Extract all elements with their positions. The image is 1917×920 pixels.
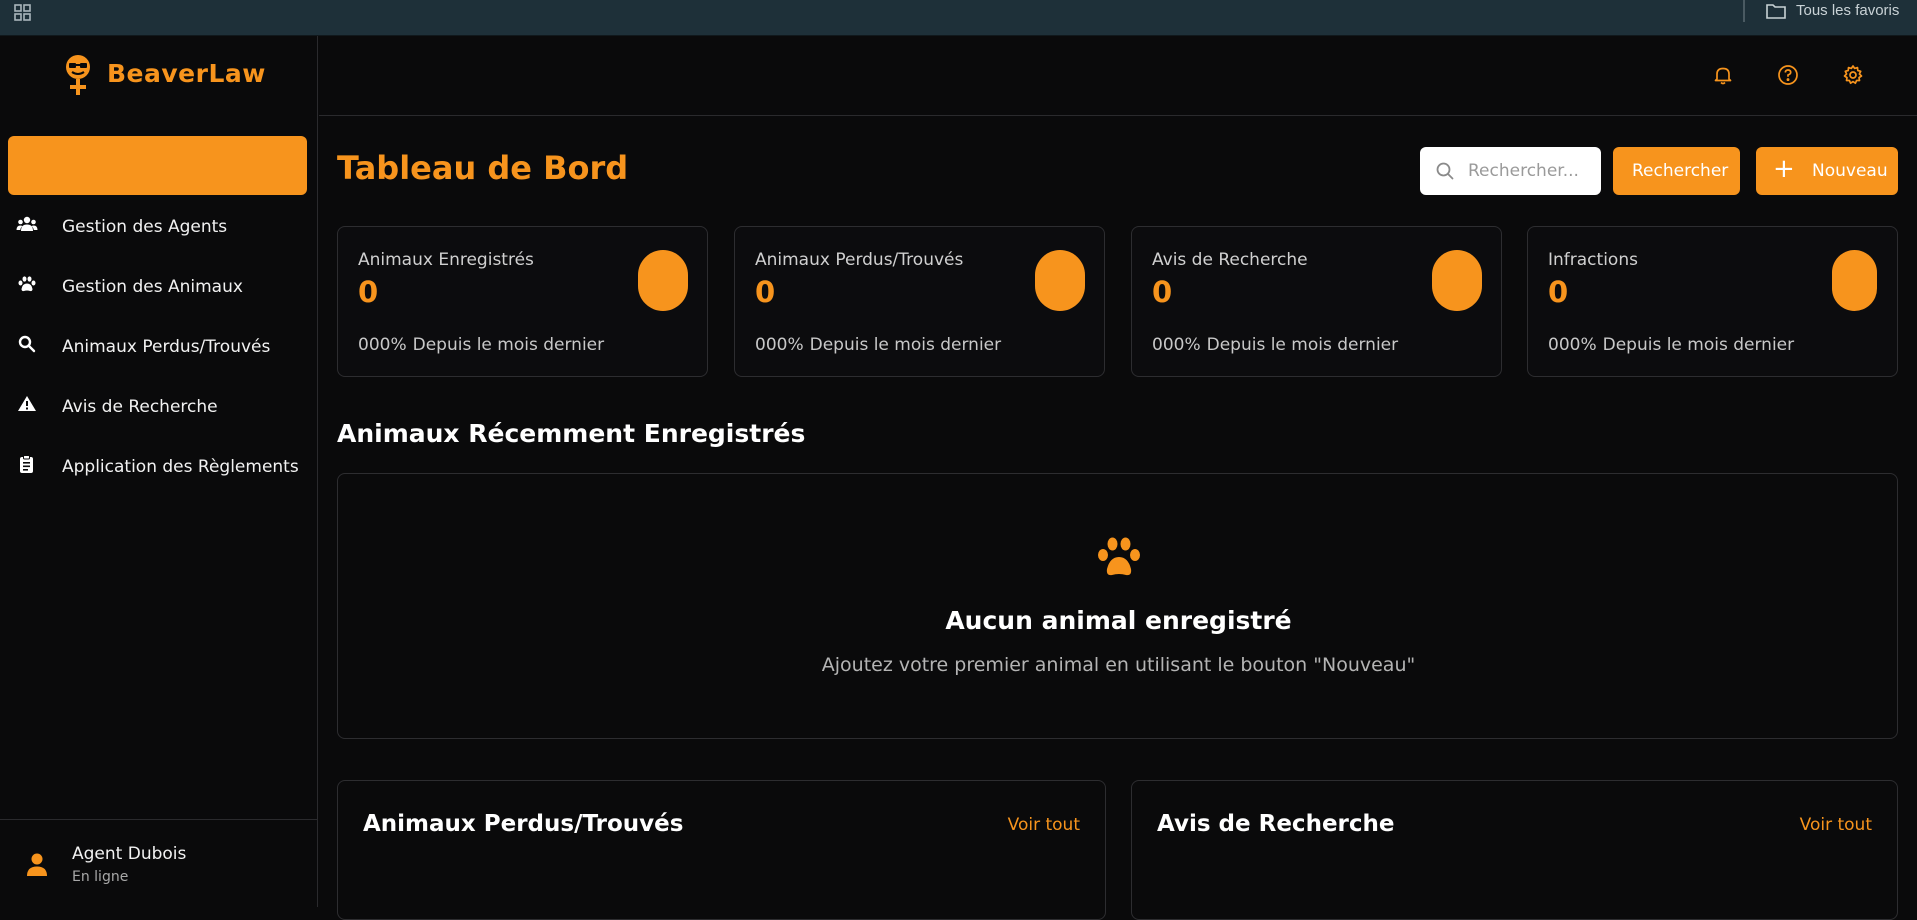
search-button-label: Rechercher: [1632, 161, 1729, 181]
stat-change-percent: 000%: [1152, 335, 1201, 355]
recent-animals-title: Animaux Récemment Enregistrés: [337, 419, 806, 448]
all-bookmarks-link[interactable]: Tous les favoris: [1796, 2, 1899, 19]
bookmarks-bar: Tous les favoris: [0, 0, 1917, 36]
sidebar-item-label: Animaux Perdus/Trouvés: [62, 337, 271, 357]
stat-icon-badge: [638, 250, 688, 311]
sidebar-item-wanted-notices[interactable]: Avis de Recherche: [0, 384, 318, 428]
page-title: Tableau de Bord: [337, 149, 629, 187]
search-icon: [1434, 160, 1456, 182]
stat-card-registered: Animaux Enregistrés 0 000% Depuis le mois…: [337, 226, 708, 377]
stat-change-period: Depuis le mois dernier: [809, 335, 1002, 355]
sidebar: BeaverLaw Gestion des Agents Gestion des…: [0, 36, 318, 907]
panel-title: Animaux Perdus/Trouvés: [363, 811, 684, 837]
new-button-label: Nouveau: [1812, 161, 1888, 181]
wanted-notices-panel: Avis de Recherche Voir tout: [1131, 780, 1898, 920]
stat-change-period: Depuis le mois dernier: [1206, 335, 1399, 355]
stat-change: 000% Depuis le mois dernier: [358, 335, 610, 355]
sidebar-item-lost-found[interactable]: Animaux Perdus/Trouvés: [0, 324, 318, 368]
brand-name: BeaverLaw: [107, 59, 266, 88]
stat-card-wanted: Avis de Recherche 0 000% Depuis le mois d…: [1131, 226, 1502, 377]
lost-found-panel: Animaux Perdus/Trouvés Voir tout: [337, 780, 1106, 920]
stat-title: Infractions: [1548, 250, 1638, 270]
user-status: En ligne: [72, 869, 129, 885]
search-box[interactable]: [1420, 147, 1601, 195]
empty-state-subtitle: Ajoutez votre premier animal en utilisan…: [821, 654, 1416, 676]
stat-card-lost-found: Animaux Perdus/Trouvés 0 000% Depuis le m…: [734, 226, 1105, 377]
beaver-logo-icon: [62, 54, 94, 96]
sidebar-item-label: Avis de Recherche: [62, 397, 218, 417]
stat-change-percent: 000%: [1548, 335, 1597, 355]
stat-change-period: Depuis le mois dernier: [412, 335, 605, 355]
sidebar-item-agents[interactable]: Gestion des Agents: [0, 204, 318, 248]
stat-value: 0: [1548, 275, 1569, 309]
clipboard-icon: [16, 454, 38, 476]
search-button[interactable]: Rechercher: [1613, 147, 1740, 195]
users-icon: [16, 214, 38, 236]
sidebar-item-regulations[interactable]: Application des Règlements: [0, 444, 318, 488]
stat-change: 000% Depuis le mois dernier: [755, 335, 1007, 355]
view-all-link[interactable]: Voir tout: [1800, 815, 1872, 835]
gear-icon[interactable]: [1842, 64, 1864, 86]
apps-grid-icon[interactable]: [13, 3, 33, 23]
sidebar-item-label: Application des Règlements: [62, 457, 299, 477]
stat-change-percent: 000%: [755, 335, 804, 355]
stat-icon-badge: [1832, 250, 1877, 311]
user-avatar-icon: [25, 852, 49, 878]
stat-title: Avis de Recherche: [1152, 250, 1308, 270]
search-input[interactable]: [1468, 147, 1596, 195]
stat-change-percent: 000%: [358, 335, 407, 355]
sidebar-item-label: Gestion des Animaux: [62, 277, 243, 297]
stat-icon-badge: [1432, 250, 1482, 311]
stat-change-period: Depuis le mois dernier: [1602, 335, 1795, 355]
new-button[interactable]: + Nouveau: [1756, 147, 1898, 195]
recent-animals-panel: Aucun animal enregistré Ajoutez votre pr…: [337, 473, 1898, 739]
view-all-link[interactable]: Voir tout: [1008, 815, 1080, 835]
stat-change: 000% Depuis le mois dernier: [1152, 335, 1404, 355]
topbar: [319, 36, 1917, 116]
bookmarks-divider: [1743, 0, 1745, 22]
user-profile[interactable]: Agent Dubois En ligne: [0, 819, 318, 907]
empty-state-title: Aucun animal enregistré: [945, 606, 1292, 635]
paw-icon: [16, 274, 38, 296]
panel-title: Avis de Recherche: [1157, 811, 1395, 837]
sidebar-item-animals[interactable]: Gestion des Animaux: [0, 264, 318, 308]
sidebar-item-dashboard[interactable]: [8, 136, 307, 195]
warning-icon: [16, 394, 38, 416]
stat-value: 0: [755, 275, 776, 309]
help-icon[interactable]: [1777, 64, 1799, 86]
stat-title: Animaux Perdus/Trouvés: [755, 250, 964, 270]
stat-value: 0: [1152, 275, 1173, 309]
bell-icon[interactable]: [1712, 64, 1734, 86]
folder-icon[interactable]: [1765, 2, 1787, 20]
stat-card-infractions: Infractions 0 000% Depuis le mois dernier: [1527, 226, 1898, 377]
stat-value: 0: [358, 275, 379, 309]
plus-icon: +: [1773, 154, 1795, 184]
stat-change: 000% Depuis le mois dernier: [1548, 335, 1800, 355]
search-icon: [16, 334, 38, 356]
user-name: Agent Dubois: [72, 844, 187, 864]
paw-icon: [1095, 536, 1143, 580]
stat-title: Animaux Enregistrés: [358, 250, 534, 270]
sidebar-item-label: Gestion des Agents: [62, 217, 228, 237]
stat-icon-badge: [1035, 250, 1085, 311]
